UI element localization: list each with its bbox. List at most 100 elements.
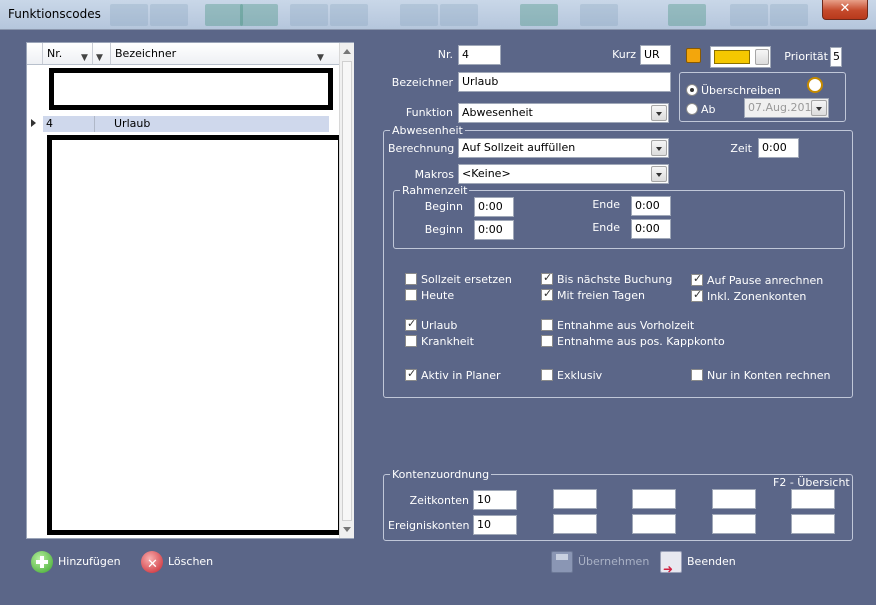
background-decoration xyxy=(240,4,278,26)
checkbox-box xyxy=(541,369,553,381)
ereigniskonten-field-3[interactable] xyxy=(632,514,676,534)
delete-button[interactable]: ✕ Löschen xyxy=(141,550,213,574)
beginn2-field[interactable]: 0:00 xyxy=(474,220,514,240)
krankheit-checkbox[interactable]: Krankheit xyxy=(405,335,474,349)
urlaub-checkbox[interactable]: Urlaub xyxy=(405,317,458,333)
checkbox-label: Mit freien Tagen xyxy=(557,289,645,302)
add-button[interactable]: Hinzufügen xyxy=(31,550,121,574)
column-header-bezeichner[interactable]: Bezeichner ▼ xyxy=(111,43,339,64)
ueberschreiben-radio[interactable]: Überschreiben xyxy=(686,84,781,98)
rahmenzeit-title: Rahmenzeit xyxy=(400,184,470,197)
edit-color-icon[interactable] xyxy=(686,48,701,63)
makros-value: <Keine> xyxy=(462,167,511,180)
prioritaet-field[interactable]: 5 xyxy=(830,47,842,67)
nur-in-konten-checkbox[interactable]: Nur in Konten rechnen xyxy=(691,369,830,383)
chevron-down-icon[interactable] xyxy=(651,140,667,156)
checkbox-label: Nur in Konten rechnen xyxy=(707,369,831,382)
exklusiv-checkbox[interactable]: Exklusiv xyxy=(541,369,602,383)
ereigniskonten-field-1[interactable]: 10 xyxy=(473,515,517,535)
zeitkonten-field-4[interactable] xyxy=(712,489,756,509)
background-decoration xyxy=(770,4,808,26)
add-button-label: Hinzufügen xyxy=(58,555,121,568)
funktion-select[interactable]: Abwesenheit xyxy=(458,103,669,123)
nr-label: Nr. xyxy=(437,48,453,61)
column-header-nr-label: Nr. xyxy=(47,47,63,60)
ereigniskonten-field-4[interactable] xyxy=(712,514,756,534)
clock-icon[interactable] xyxy=(807,77,823,93)
apply-button-label: Übernehmen xyxy=(578,555,650,568)
function-code-list[interactable]: Nr. ▼ ▼ Bezeichner ▼ 4 Urlaub xyxy=(26,42,354,539)
chevron-down-icon[interactable] xyxy=(651,166,667,182)
berechnung-select[interactable]: Auf Sollzeit auffüllen xyxy=(458,138,669,158)
zeitkonten-field-3[interactable] xyxy=(632,489,676,509)
background-decoration xyxy=(400,4,438,26)
heute-checkbox[interactable]: Heute xyxy=(405,289,454,303)
auf-pause-anrechnen-checkbox[interactable]: Auf Pause anrechnen xyxy=(691,272,824,288)
entnahme-kappkonto-checkbox[interactable]: Entnahme aus pos. Kappkonto xyxy=(541,335,725,349)
beginn1-field[interactable]: 0:00 xyxy=(474,197,514,217)
color-swatch xyxy=(714,50,750,64)
zeitkonten-field-1[interactable]: 10 xyxy=(473,490,517,510)
ende2-label: Ende xyxy=(592,221,620,234)
background-decoration xyxy=(330,4,368,26)
aktiv-in-planer-checkbox[interactable]: Aktiv in Planer xyxy=(405,367,501,383)
apply-button[interactable]: Übernehmen xyxy=(551,550,649,574)
beginn1-label: Beginn xyxy=(424,200,463,213)
bezeichner-field[interactable]: Urlaub xyxy=(458,72,671,92)
filter-icon[interactable]: ▼ xyxy=(96,48,103,69)
column-header-bezeichner-label: Bezeichner xyxy=(115,47,177,60)
row-bezeichner: Urlaub xyxy=(114,117,151,130)
inkl-zonenkonten-checkbox[interactable]: Inkl. Zonenkonten xyxy=(691,288,807,304)
kurz-field[interactable]: UR xyxy=(640,45,671,65)
checkbox-label: Entnahme aus pos. Kappkonto xyxy=(557,335,725,348)
scroll-up-icon[interactable] xyxy=(343,49,351,54)
checkbox-box xyxy=(405,289,417,301)
filter-icon[interactable]: ▼ xyxy=(81,48,88,69)
ab-date-value: 07.Aug.2018 xyxy=(748,101,819,114)
ereigniskonten-field-2[interactable] xyxy=(553,514,597,534)
checkbox-box xyxy=(541,319,553,331)
column-header-nr[interactable]: Nr. ▼ xyxy=(43,43,93,64)
checkbox-label: Urlaub xyxy=(421,319,458,332)
zeitkonten-label: Zeitkonten xyxy=(409,494,469,507)
berechnung-value: Auf Sollzeit auffüllen xyxy=(462,141,576,154)
scroll-thumb[interactable] xyxy=(342,61,352,521)
scroll-down-icon[interactable] xyxy=(343,527,351,532)
override-group: Überschreiben Ab 07.Aug.2018 xyxy=(679,72,846,122)
close-button[interactable]: ✕ xyxy=(822,0,868,20)
exit-icon: ➜ xyxy=(660,551,682,576)
chevron-down-icon[interactable] xyxy=(651,105,667,121)
zeitkonten-field-2[interactable] xyxy=(553,489,597,509)
checkbox-label: Auf Pause anrechnen xyxy=(707,274,824,287)
color-picker[interactable] xyxy=(710,46,771,68)
mit-freien-tagen-checkbox[interactable]: Mit freien Tagen xyxy=(541,287,645,303)
filter-icon[interactable]: ▼ xyxy=(317,48,324,69)
table-row[interactable]: 4 Urlaub xyxy=(43,116,329,132)
prioritaet-label: Priorität xyxy=(784,50,828,63)
abwesenheit-title: Abwesenheit xyxy=(390,124,465,137)
list-scrollbar[interactable] xyxy=(339,43,354,538)
title-bar: Funktionscodes ✕ xyxy=(0,0,876,30)
column-header-color[interactable]: ▼ xyxy=(93,43,111,64)
checkbox-box xyxy=(691,272,703,286)
radio-dot xyxy=(686,84,698,96)
exit-button-label: Beenden xyxy=(687,555,736,568)
background-decoration xyxy=(205,4,243,26)
sollzeit-ersetzen-checkbox[interactable]: Sollzeit ersetzen xyxy=(405,273,512,287)
nr-field[interactable]: 4 xyxy=(458,45,501,65)
zeit-field[interactable]: 0:00 xyxy=(758,138,799,158)
ende2-field[interactable]: 0:00 xyxy=(631,219,671,239)
checkbox-box xyxy=(405,273,417,285)
checkbox-label: Krankheit xyxy=(421,335,474,348)
berechnung-label: Berechnung xyxy=(388,142,455,155)
bis-naechste-buchung-checkbox[interactable]: Bis nächste Buchung xyxy=(541,271,672,287)
ereigniskonten-field-5[interactable] xyxy=(791,514,835,534)
zeitkonten-field-5[interactable] xyxy=(791,489,835,509)
exit-button[interactable]: ➜ Beenden xyxy=(660,550,736,576)
checkbox-label: Inkl. Zonenkonten xyxy=(707,290,807,303)
ende1-field[interactable]: 0:00 xyxy=(631,196,671,216)
chevron-down-icon[interactable] xyxy=(755,49,769,65)
ab-radio[interactable]: Ab xyxy=(686,103,716,117)
makros-select[interactable]: <Keine> xyxy=(458,164,669,184)
entnahme-vorholzeit-checkbox[interactable]: Entnahme aus Vorholzeit xyxy=(541,319,694,333)
